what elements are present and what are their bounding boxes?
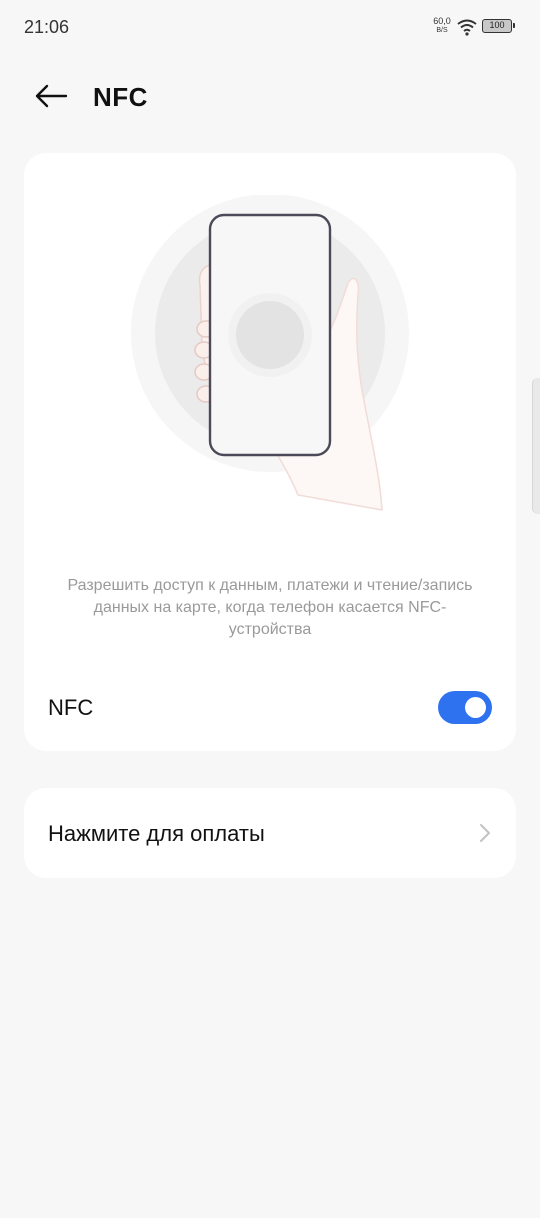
nfc-toggle-switch[interactable]	[438, 691, 492, 724]
tap-to-pay-label: Нажмите для оплаты	[48, 821, 265, 846]
page-title: NFC	[93, 82, 148, 112]
tap-to-pay-item[interactable]: Нажмите для оплаты	[24, 788, 516, 878]
arrow-left-icon	[35, 84, 68, 108]
edge-panel-handle[interactable]	[532, 378, 540, 514]
nfc-card: Разрешить доступ к данным, платежи и чте…	[24, 153, 516, 751]
back-button[interactable]	[26, 72, 76, 120]
network-speed-unit: B/S	[436, 27, 448, 34]
toggle-knob	[465, 697, 486, 718]
network-speed-value: 60,0	[433, 16, 451, 26]
status-bar: 21:06 60,0 B/S 100	[0, 0, 540, 56]
battery-level: 100	[489, 20, 505, 30]
nfc-toggle-label: NFC	[48, 695, 94, 720]
network-speed: 60,0 B/S	[430, 16, 454, 35]
nfc-description: Разрешить доступ к данным, платежи и чте…	[67, 577, 473, 638]
chevron-right-icon	[480, 824, 490, 842]
phone-in-hand-nfc-illustration	[131, 195, 409, 511]
nfc-toggle-row[interactable]: NFC	[24, 673, 516, 743]
battery-icon: 100	[482, 19, 515, 33]
wifi-icon	[457, 19, 477, 36]
status-time: 21:06	[24, 17, 70, 37]
